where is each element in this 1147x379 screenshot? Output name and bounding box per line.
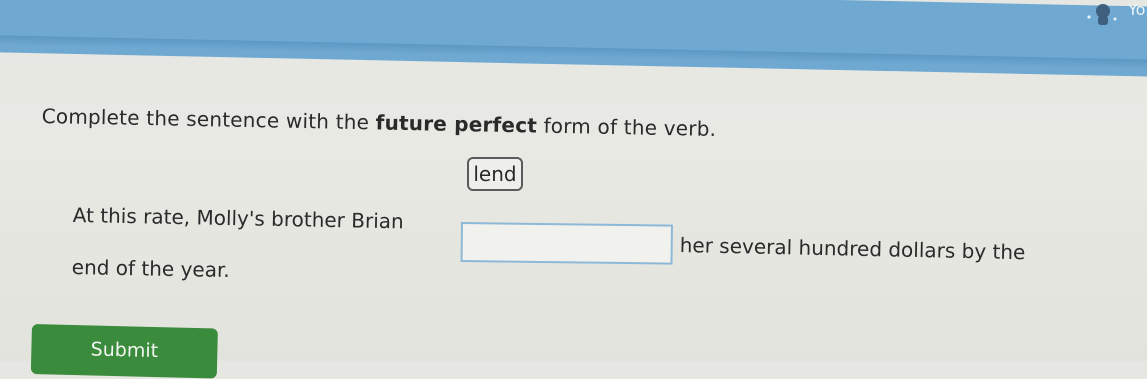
answer-input[interactable] — [460, 222, 673, 265]
instruction-prefix: Complete the sentence with the — [41, 104, 376, 135]
instruction-suffix: form of the verb. — [536, 113, 717, 141]
instruction-tense: future perfect — [375, 110, 538, 138]
submit-button[interactable]: Submit — [30, 324, 218, 379]
sentence-end: end of the year. — [71, 255, 230, 283]
user-avatar-icon[interactable] — [1085, 3, 1125, 25]
verb-prompt-box: lend — [467, 157, 523, 191]
user-name-label[interactable]: Yo — [1128, 0, 1145, 19]
sentence-continuation: her several hundred dollars by the — [679, 233, 1026, 265]
sentence-start: At this rate, Molly's brother Brian — [72, 203, 404, 234]
question-instruction: Complete the sentence with the future pe… — [42, 104, 717, 141]
